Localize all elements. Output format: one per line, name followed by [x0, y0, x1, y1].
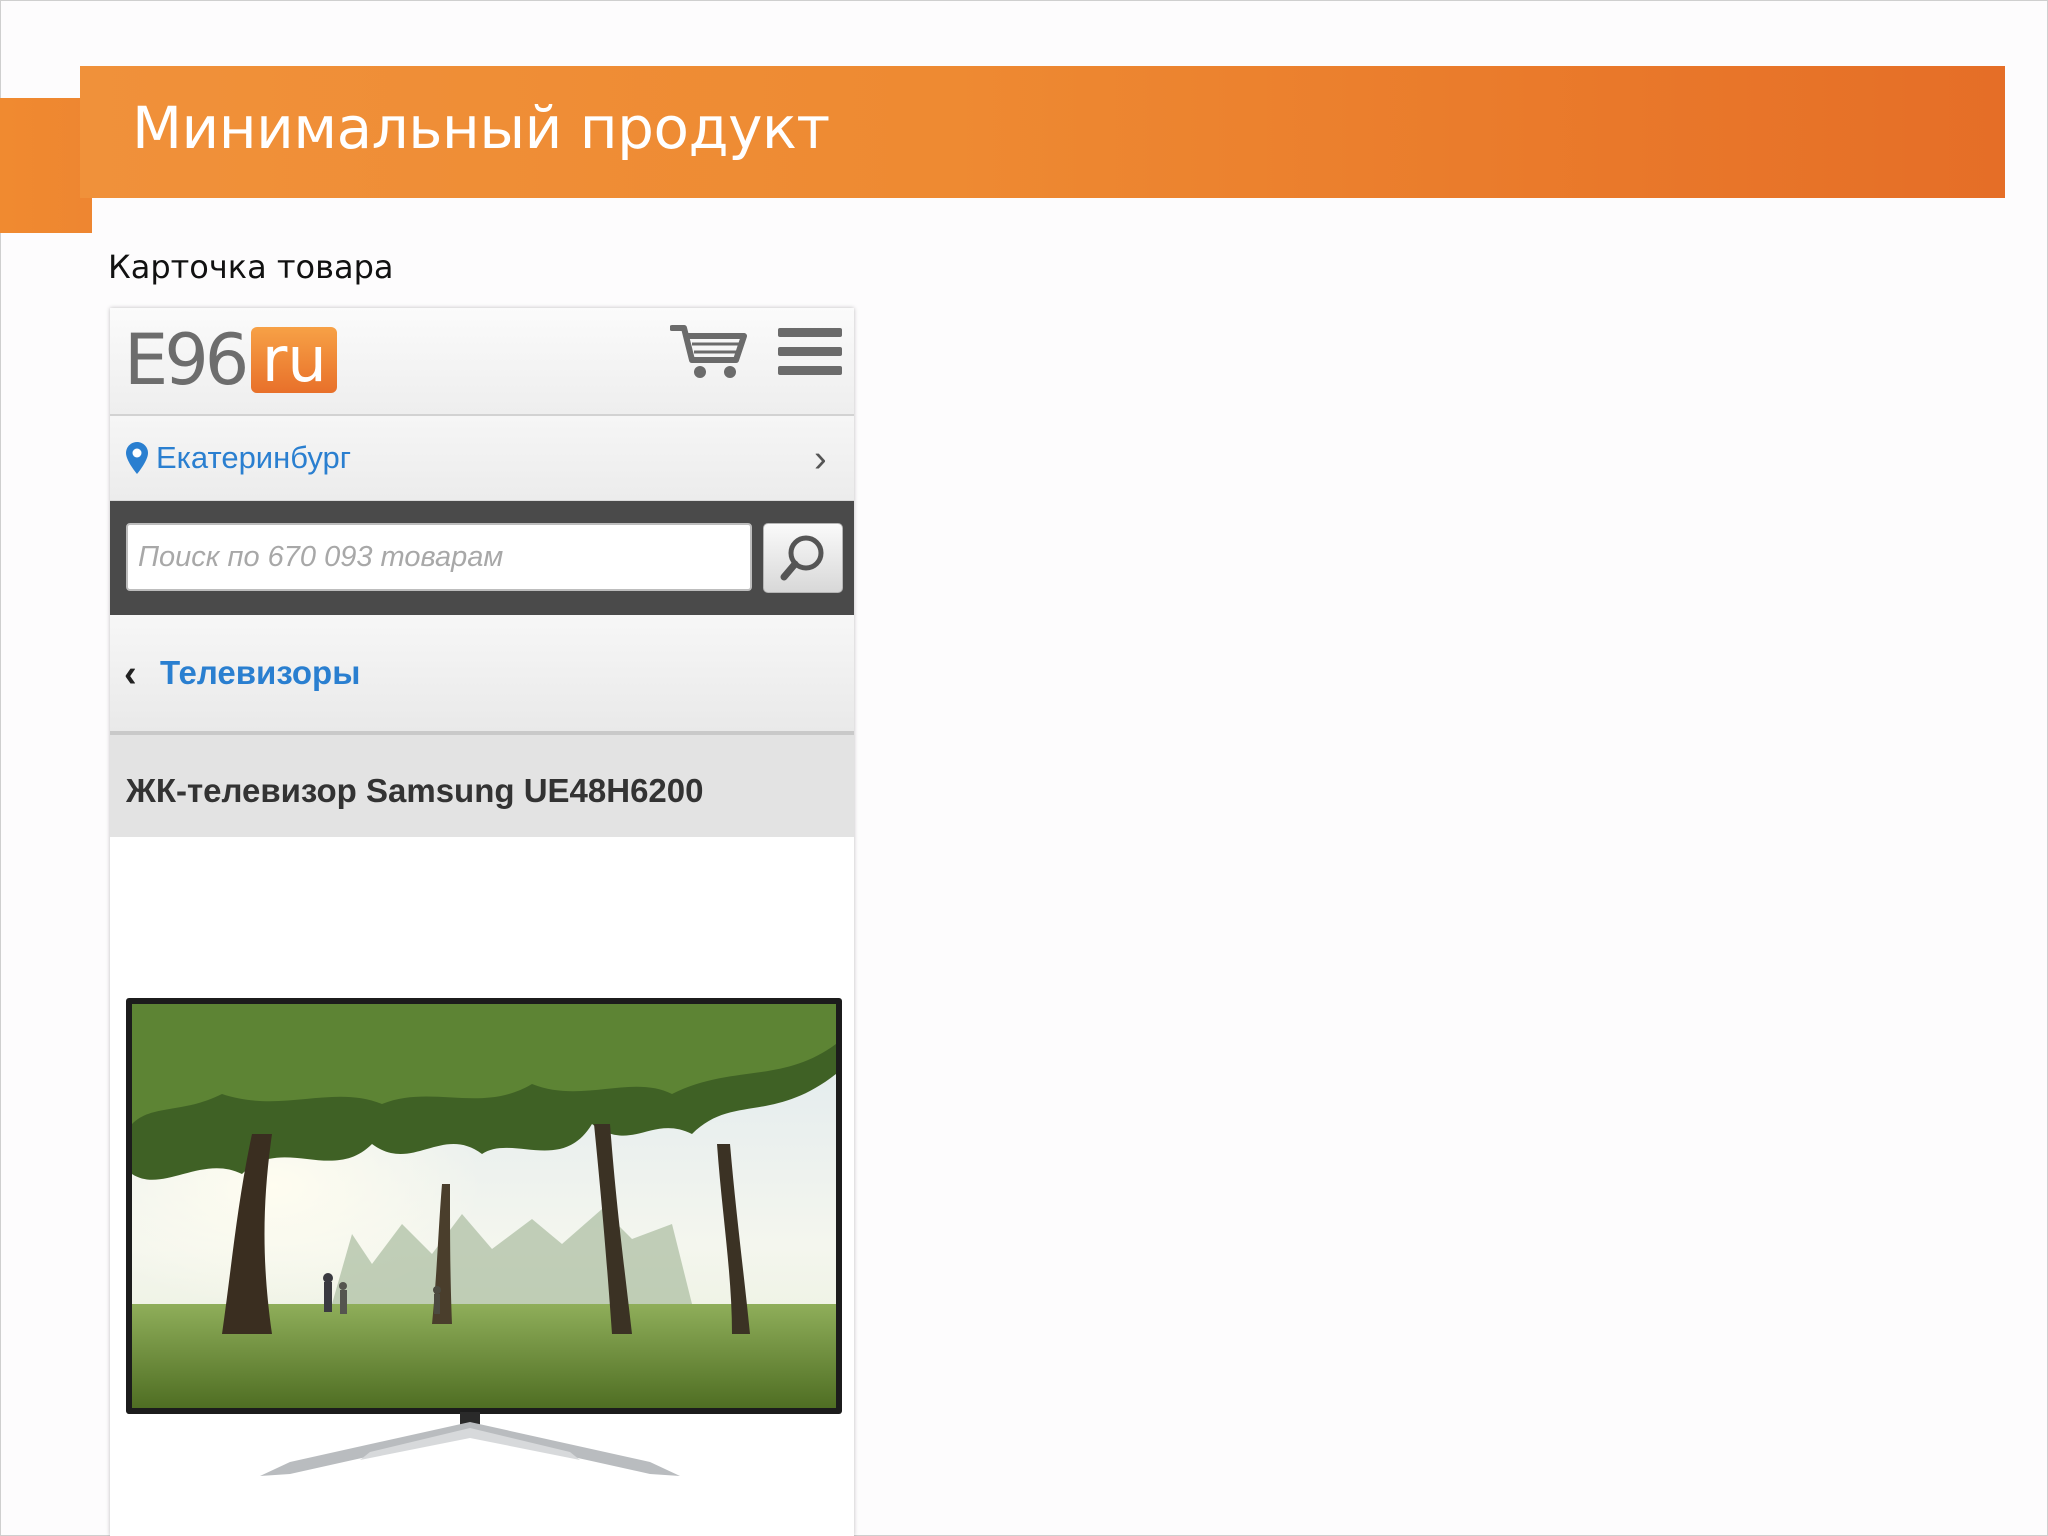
chevron-right-icon[interactable]: › [814, 440, 827, 478]
logo-text: E96 [124, 319, 249, 401]
logo-badge: ru [251, 327, 338, 393]
chevron-left-icon[interactable]: ‹ [124, 655, 137, 693]
product-title: ЖК-телевизор Samsung UE48H6200 [126, 772, 704, 809]
slide-title: Минимальный продукт [132, 94, 830, 162]
search-icon [780, 535, 824, 581]
tv-image[interactable] [126, 998, 842, 1414]
site-header: E96 ru [110, 308, 854, 416]
hamburger-menu-icon[interactable] [778, 328, 842, 376]
cart-icon[interactable] [670, 322, 750, 382]
tv-stand [260, 1412, 680, 1476]
category-link[interactable]: Телевизоры [160, 654, 360, 692]
tv-screen-scene [132, 1004, 836, 1408]
city-name[interactable]: Екатеринбург [156, 440, 351, 476]
map-pin-icon [126, 442, 148, 474]
search-input[interactable] [126, 523, 752, 591]
phone-mockup: E96 ru Екатеринбург › ‹ Телевизоры ЖК-те… [110, 308, 854, 1536]
search-button[interactable] [763, 523, 843, 593]
slide-subtitle: Карточка товара [108, 248, 394, 286]
header-accent-tab [0, 98, 92, 233]
site-logo[interactable]: E96 ru [124, 319, 338, 401]
